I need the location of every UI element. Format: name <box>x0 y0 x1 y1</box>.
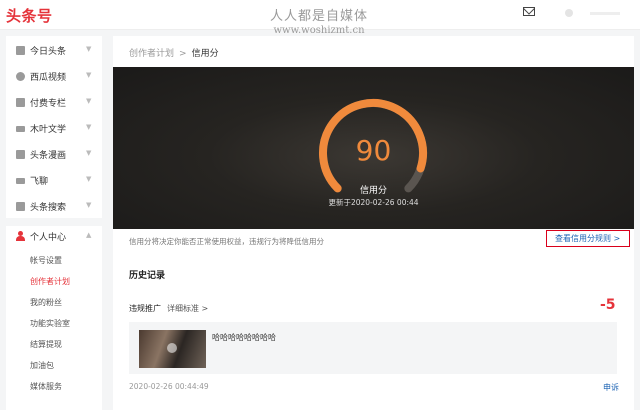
chevron-down-icon: ▼ <box>86 97 92 105</box>
violation-row: 违规推广 详细标准 > <box>129 303 208 314</box>
watermark-url: www.woshizmt.cn <box>273 25 365 36</box>
sidebar-item-label: 今日头条 <box>30 47 67 57</box>
sidebar-subitem-my-fans[interactable]: 我的粉丝 <box>30 297 62 308</box>
violation-type: 违规推广 <box>129 304 161 313</box>
search-icon <box>16 202 25 211</box>
feiliao-icon <box>16 178 25 184</box>
sidebar-item-comic[interactable]: 头条漫画 ▼ <box>6 144 102 164</box>
sidebar-subitem-account-settings[interactable]: 帐号设置 <box>30 255 62 266</box>
sidebar-item-label: 头条搜索 <box>30 203 67 213</box>
comic-icon <box>16 150 25 159</box>
history-title: 历史记录 <box>129 271 166 281</box>
sidebar-item-label: 个人中心 <box>30 233 67 243</box>
sidebar-item-xigua[interactable]: 西瓜视频 ▼ <box>6 66 102 86</box>
chevron-down-icon: ▼ <box>86 201 92 209</box>
sidebar-subitem-boost-pack[interactable]: 加油包 <box>30 360 54 371</box>
sidebar-subitem-creator-plan[interactable]: 创作者计划 <box>30 276 70 287</box>
mail-icon[interactable] <box>523 7 535 16</box>
credit-score-banner: 90 信用分 更新于2020-02-26 00:44 <box>113 67 634 229</box>
chevron-down-icon: ▼ <box>86 45 92 53</box>
breadcrumb: 创作者计划 > 信用分 <box>129 46 219 59</box>
toutiao-icon <box>16 46 25 55</box>
main-panel: 创作者计划 > 信用分 90 信用分 更新于2020-02-26 00:44 信用分… <box>113 36 634 410</box>
sidebar-item-label: 飞聊 <box>30 177 49 187</box>
literature-icon <box>16 126 25 132</box>
sidebar-divider <box>6 218 102 226</box>
sidebar-item-label: 西瓜视频 <box>30 73 67 83</box>
top-bar: 头条号 人人都是自媒体 www.woshizmt.cn <box>0 0 640 36</box>
sidebar-item-literature[interactable]: 木叶文学 ▼ <box>6 118 102 138</box>
chevron-down-icon: ▼ <box>86 123 92 131</box>
record-time: 2020-02-26 00:44:49 <box>129 382 209 391</box>
violating-article[interactable]: 哈哈哈哈哈哈哈哈 <box>129 322 617 374</box>
xigua-icon <box>16 72 25 81</box>
column-icon <box>16 98 25 107</box>
sidebar-item-column[interactable]: 付费专栏 ▼ <box>6 92 102 112</box>
article-thumbnail[interactable] <box>139 330 206 368</box>
play-icon <box>167 343 177 353</box>
credit-score-value: 90 <box>355 134 392 167</box>
breadcrumb-separator: > <box>179 49 187 59</box>
chevron-down-icon: ▼ <box>86 71 92 79</box>
sidebar-item-toutiao[interactable]: 今日头条 ▼ <box>6 40 102 60</box>
credit-score-label: 信用分 <box>359 186 387 196</box>
chevron-down-icon: ▼ <box>86 149 92 157</box>
sidebar-subitem-settlement[interactable]: 结算提现 <box>30 339 62 350</box>
breadcrumb-current: 信用分 <box>191 49 219 59</box>
username-redacted[interactable] <box>590 12 620 15</box>
sidebar-item-feiliao[interactable]: 飞聊 ▼ <box>6 170 102 190</box>
sidebar-subitem-feature-lab[interactable]: 功能实验室 <box>30 318 70 329</box>
penalty-points: -5 <box>600 297 616 313</box>
detail-standard-link[interactable]: 详细标准 > <box>167 304 208 313</box>
sidebar-item-label: 付费专栏 <box>30 99 67 109</box>
watermark: 人人都是自媒体 www.woshizmt.cn <box>270 5 368 36</box>
sidebar-item-label: 木叶文学 <box>30 125 67 135</box>
sidebar: 今日头条 ▼ 西瓜视频 ▼ 付费专栏 ▼ 木叶文学 ▼ 头条漫画 ▼ 飞聊 ▼ … <box>6 36 102 410</box>
appeal-link[interactable]: 申诉 <box>603 382 619 393</box>
article-title[interactable]: 哈哈哈哈哈哈哈哈 <box>212 332 276 343</box>
person-icon <box>16 231 25 241</box>
watermark-title: 人人都是自媒体 <box>270 9 369 24</box>
credit-score-updated: 更新于2020-02-26 00:44 <box>328 198 419 207</box>
chevron-up-icon: ▲ <box>86 231 92 239</box>
sidebar-item-search[interactable]: 头条搜索 ▼ <box>6 196 102 216</box>
sidebar-item-personal-center[interactable]: 个人中心 ▲ <box>6 226 102 246</box>
logo[interactable]: 头条号 <box>6 5 53 26</box>
chevron-down-icon: ▼ <box>86 175 92 183</box>
view-credit-rules-link[interactable]: 查看信用分规则 > <box>546 230 630 247</box>
sidebar-item-label: 头条漫画 <box>30 151 67 161</box>
sidebar-subitem-media-service[interactable]: 媒体服务 <box>30 381 62 392</box>
breadcrumb-parent[interactable]: 创作者计划 <box>129 49 174 59</box>
avatar[interactable] <box>565 9 573 17</box>
credit-info-text: 信用分将决定你能否正常使用权益，违规行为将降低信用分 <box>129 237 324 246</box>
